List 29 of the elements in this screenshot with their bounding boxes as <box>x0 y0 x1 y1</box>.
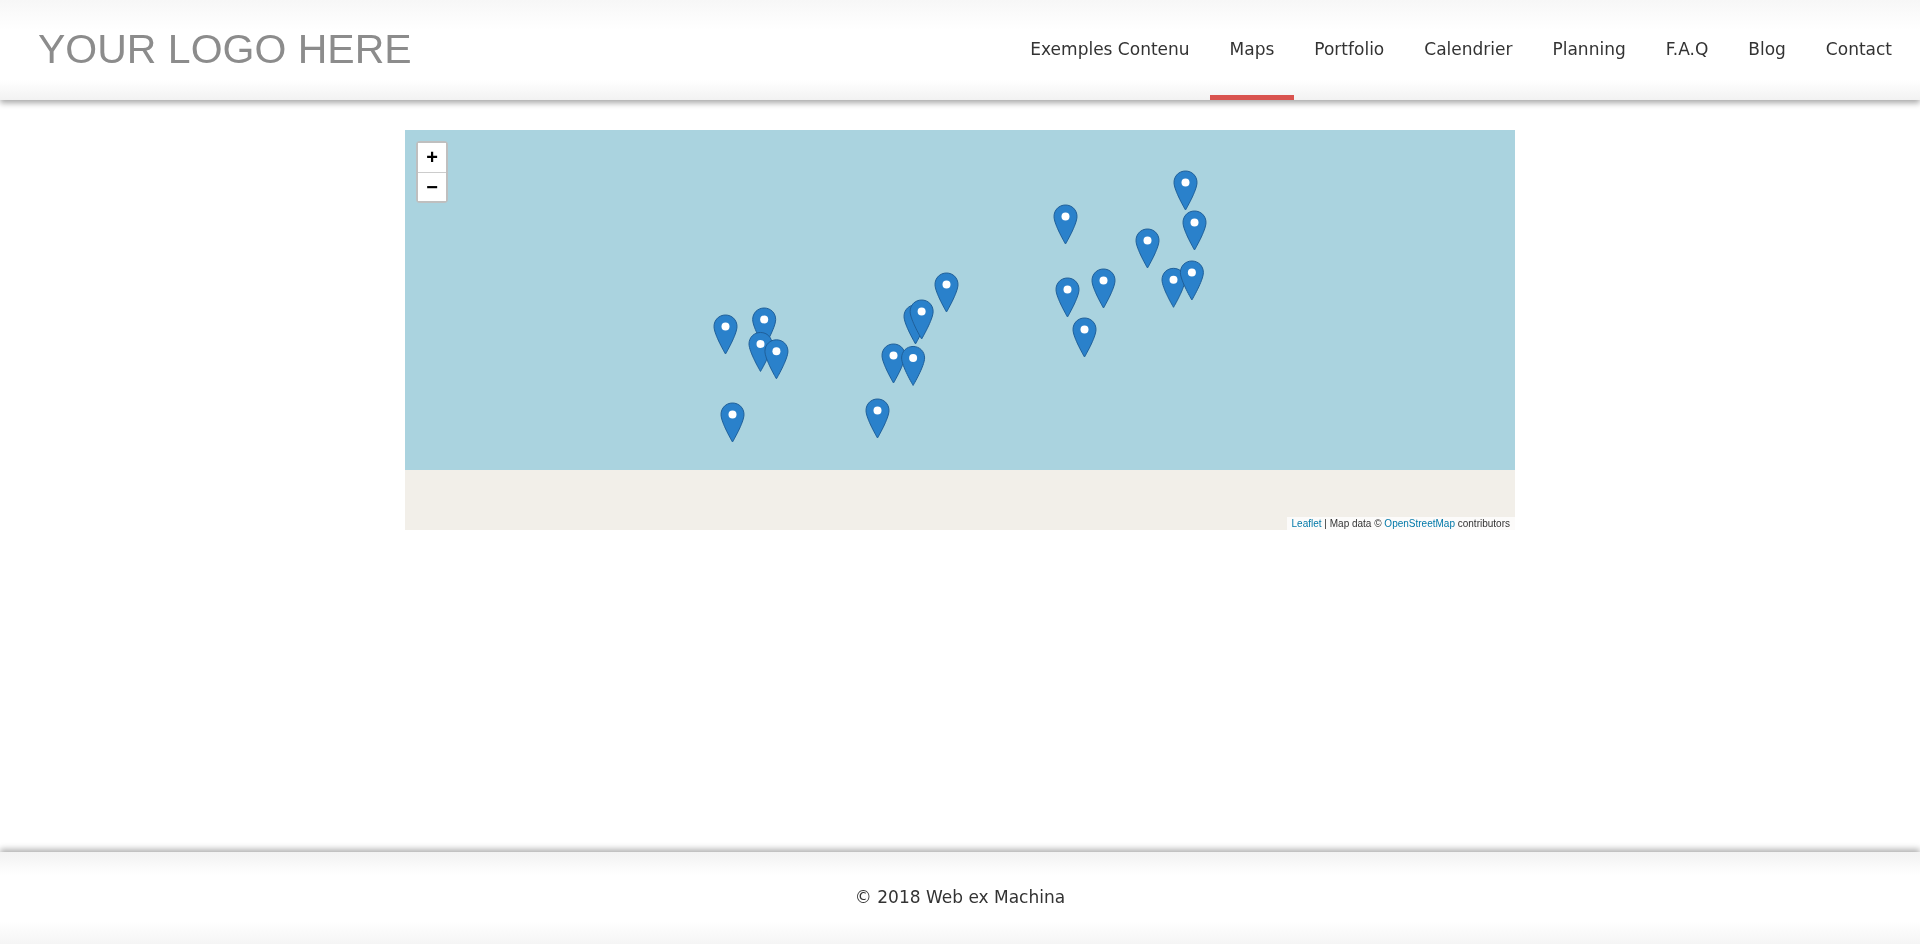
map-pin-icon[interactable] <box>934 272 959 314</box>
map-pin-icon[interactable] <box>1052 204 1078 245</box>
nav-link[interactable]: Blog <box>1728 0 1806 100</box>
nav-link[interactable]: Exemples Contenu <box>1010 0 1210 100</box>
map-pin-icon[interactable] <box>1134 228 1160 270</box>
map-pin-icon[interactable] <box>1090 267 1116 309</box>
map-pins-drawing[interactable] <box>903 299 935 346</box>
map-pin-icon[interactable] <box>865 398 891 440</box>
copyright-text: © 2018 Web ex Machina <box>854 886 1066 910</box>
zoom-out-button[interactable]: − <box>418 172 446 201</box>
nav-link[interactable]: Calendrier <box>1404 0 1533 100</box>
map-pins-drawing[interactable] <box>747 306 789 380</box>
map-tile[interactable]: + − Leaflet | Map data © OpenStreetMap contributors <box>405 130 1515 530</box>
map-pin-icon[interactable] <box>1181 210 1207 252</box>
map-pins-drawing[interactable] <box>1160 260 1205 309</box>
map-pin-icon[interactable] <box>1055 277 1081 319</box>
nav-link[interactable]: F.A.Q <box>1645 0 1729 100</box>
map-pin-icon[interactable] <box>719 402 745 444</box>
nav-link[interactable]: Contact <box>1805 0 1912 100</box>
map-attribution: Leaflet | Map data © OpenStreetMap contributors <box>1286 517 1515 530</box>
nav-link[interactable]: Planning <box>1532 0 1646 100</box>
attribution-link[interactable]: Leaflet <box>1291 518 1322 529</box>
nav-link[interactable]: Maps <box>1209 0 1295 100</box>
map-pin-icon[interactable] <box>1172 169 1198 211</box>
map-pin-icon[interactable] <box>713 314 739 356</box>
map-pins-drawing[interactable] <box>881 343 926 387</box>
nav-link[interactable]: Portfolio <box>1294 0 1405 100</box>
attribution-link[interactable]: OpenStreetMap <box>1384 518 1455 529</box>
map-pin-icon[interactable] <box>1072 316 1098 358</box>
